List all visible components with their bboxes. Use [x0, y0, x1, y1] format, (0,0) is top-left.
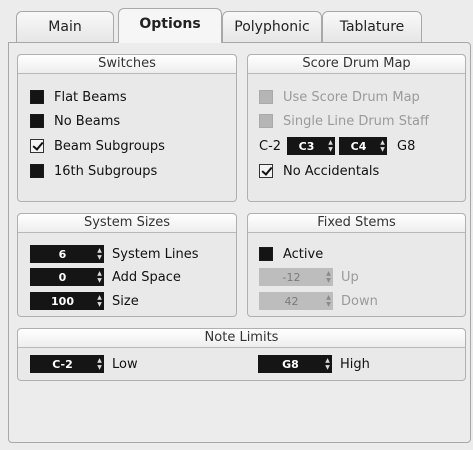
up-arrows-icon[interactable]: ▲ ▼: [326, 270, 331, 284]
system-lines-arrows-icon[interactable]: ▲ ▼: [97, 247, 102, 261]
range-high-label: G8: [397, 138, 416, 154]
switches-title: Switches: [18, 55, 236, 74]
add-space-arrows-icon[interactable]: ▲ ▼: [97, 270, 102, 284]
range-from-stepper[interactable]: C3 ▲ ▼: [287, 137, 336, 155]
high-stepper[interactable]: G8 ▲ ▼: [258, 355, 332, 373]
system-sizes-title: System Sizes: [18, 214, 236, 233]
no-accidentals-checkbox[interactable]: [259, 164, 273, 178]
switches-group: Switches Flat Beams No Beams Beam Subgro…: [17, 54, 237, 202]
tab-polyphonic[interactable]: Polyphonic: [222, 11, 322, 42]
16th-subgroups-checkbox[interactable]: [30, 164, 44, 178]
size-arrows-icon[interactable]: ▲ ▼: [97, 294, 102, 308]
size-value: 100: [51, 294, 74, 308]
fixed-stems-group: Fixed Stems Active -12 ▲ ▼ Up 42 ▲ ▼ Down: [247, 213, 466, 317]
system-lines-stepper[interactable]: 6 ▲ ▼: [30, 245, 104, 263]
active-label: Active: [283, 246, 324, 262]
no-accidentals-option[interactable]: No Accidentals: [259, 161, 379, 181]
score-drum-map-group: Score Drum Map Use Score Drum Map Single…: [247, 54, 466, 202]
tab-bar: Main Polyphonic Tablature Options: [0, 0, 473, 43]
up-row: -12 ▲ ▼ Up: [259, 267, 359, 287]
no-beams-option[interactable]: No Beams: [30, 111, 120, 131]
low-arrows-icon[interactable]: ▲ ▼: [97, 357, 102, 371]
no-beams-label: No Beams: [54, 113, 121, 129]
no-beams-checkbox[interactable]: [30, 114, 44, 128]
drum-range-row: C-2 C3 ▲ ▼ C4 ▲ ▼ G8: [259, 136, 415, 156]
down-stepper[interactable]: 42 ▲ ▼: [259, 292, 333, 310]
low-value: C-2: [52, 357, 73, 371]
high-label: High: [340, 356, 370, 372]
range-low-label: C-2: [259, 138, 282, 154]
no-accidentals-label: No Accidentals: [283, 163, 380, 179]
range-from-value: C3: [298, 139, 315, 153]
16th-subgroups-label: 16th Subgroups: [54, 163, 158, 179]
low-stepper[interactable]: C-2 ▲ ▼: [30, 355, 104, 373]
range-to-arrows-icon[interactable]: ▲ ▼: [380, 139, 385, 153]
add-space-row: 0 ▲ ▼ Add Space: [30, 267, 181, 287]
range-to-stepper[interactable]: C4 ▲ ▼: [339, 137, 388, 155]
add-space-stepper[interactable]: 0 ▲ ▼: [30, 268, 104, 286]
use-score-drum-map-checkbox[interactable]: [259, 90, 273, 104]
system-lines-row: 6 ▲ ▼ System Lines: [30, 244, 198, 264]
beam-subgroups-option[interactable]: Beam Subgroups: [30, 136, 165, 156]
up-stepper[interactable]: -12 ▲ ▼: [259, 268, 333, 286]
low-label: Low: [112, 356, 138, 372]
score-drum-map-title: Score Drum Map: [248, 55, 465, 74]
options-panel: Switches Flat Beams No Beams Beam Subgro…: [8, 42, 471, 443]
high-row: G8 ▲ ▼ High: [258, 354, 370, 374]
fixed-stems-title: Fixed Stems: [248, 214, 465, 233]
size-label: Size: [112, 293, 139, 309]
active-option[interactable]: Active: [259, 244, 323, 264]
flat-beams-label: Flat Beams: [54, 89, 127, 105]
single-line-drum-staff-option[interactable]: Single Line Drum Staff: [259, 111, 429, 131]
use-score-drum-map-option[interactable]: Use Score Drum Map: [259, 87, 420, 107]
size-stepper[interactable]: 100 ▲ ▼: [30, 292, 104, 310]
flat-beams-checkbox[interactable]: [30, 90, 44, 104]
size-row: 100 ▲ ▼ Size: [30, 291, 139, 311]
beam-subgroups-checkbox[interactable]: [30, 139, 44, 153]
system-lines-label: System Lines: [112, 246, 199, 262]
flat-beams-option[interactable]: Flat Beams: [30, 87, 127, 107]
note-limits-group: Note Limits C-2 ▲ ▼ Low G8 ▲ ▼ High: [17, 328, 466, 381]
down-value: 42: [284, 294, 299, 308]
system-sizes-group: System Sizes 6 ▲ ▼ System Lines 0 ▲ ▼ Add …: [17, 213, 237, 317]
high-arrows-icon[interactable]: ▲ ▼: [325, 357, 330, 371]
system-lines-value: 6: [58, 247, 67, 261]
use-score-drum-map-label: Use Score Drum Map: [283, 89, 420, 105]
down-arrows-icon[interactable]: ▲ ▼: [326, 294, 331, 308]
beam-subgroups-label: Beam Subgroups: [54, 138, 165, 154]
range-from-arrows-icon[interactable]: ▲ ▼: [328, 139, 333, 153]
tab-main[interactable]: Main: [16, 11, 114, 42]
down-label: Down: [341, 293, 378, 309]
single-line-drum-staff-label: Single Line Drum Staff: [283, 113, 429, 129]
up-label: Up: [341, 269, 359, 285]
single-line-drum-staff-checkbox[interactable]: [259, 114, 273, 128]
note-limits-title: Note Limits: [18, 329, 465, 348]
up-value: -12: [282, 270, 301, 284]
tab-options[interactable]: Options: [118, 8, 222, 43]
down-row: 42 ▲ ▼ Down: [259, 291, 378, 311]
low-row: C-2 ▲ ▼ Low: [30, 354, 138, 374]
add-space-value: 0: [58, 270, 67, 284]
add-space-label: Add Space: [112, 269, 181, 285]
high-value: G8: [282, 357, 299, 371]
active-checkbox[interactable]: [259, 247, 273, 261]
range-to-value: C4: [350, 139, 367, 153]
16th-subgroups-option[interactable]: 16th Subgroups: [30, 161, 157, 181]
tab-tablature[interactable]: Tablature: [322, 11, 422, 42]
